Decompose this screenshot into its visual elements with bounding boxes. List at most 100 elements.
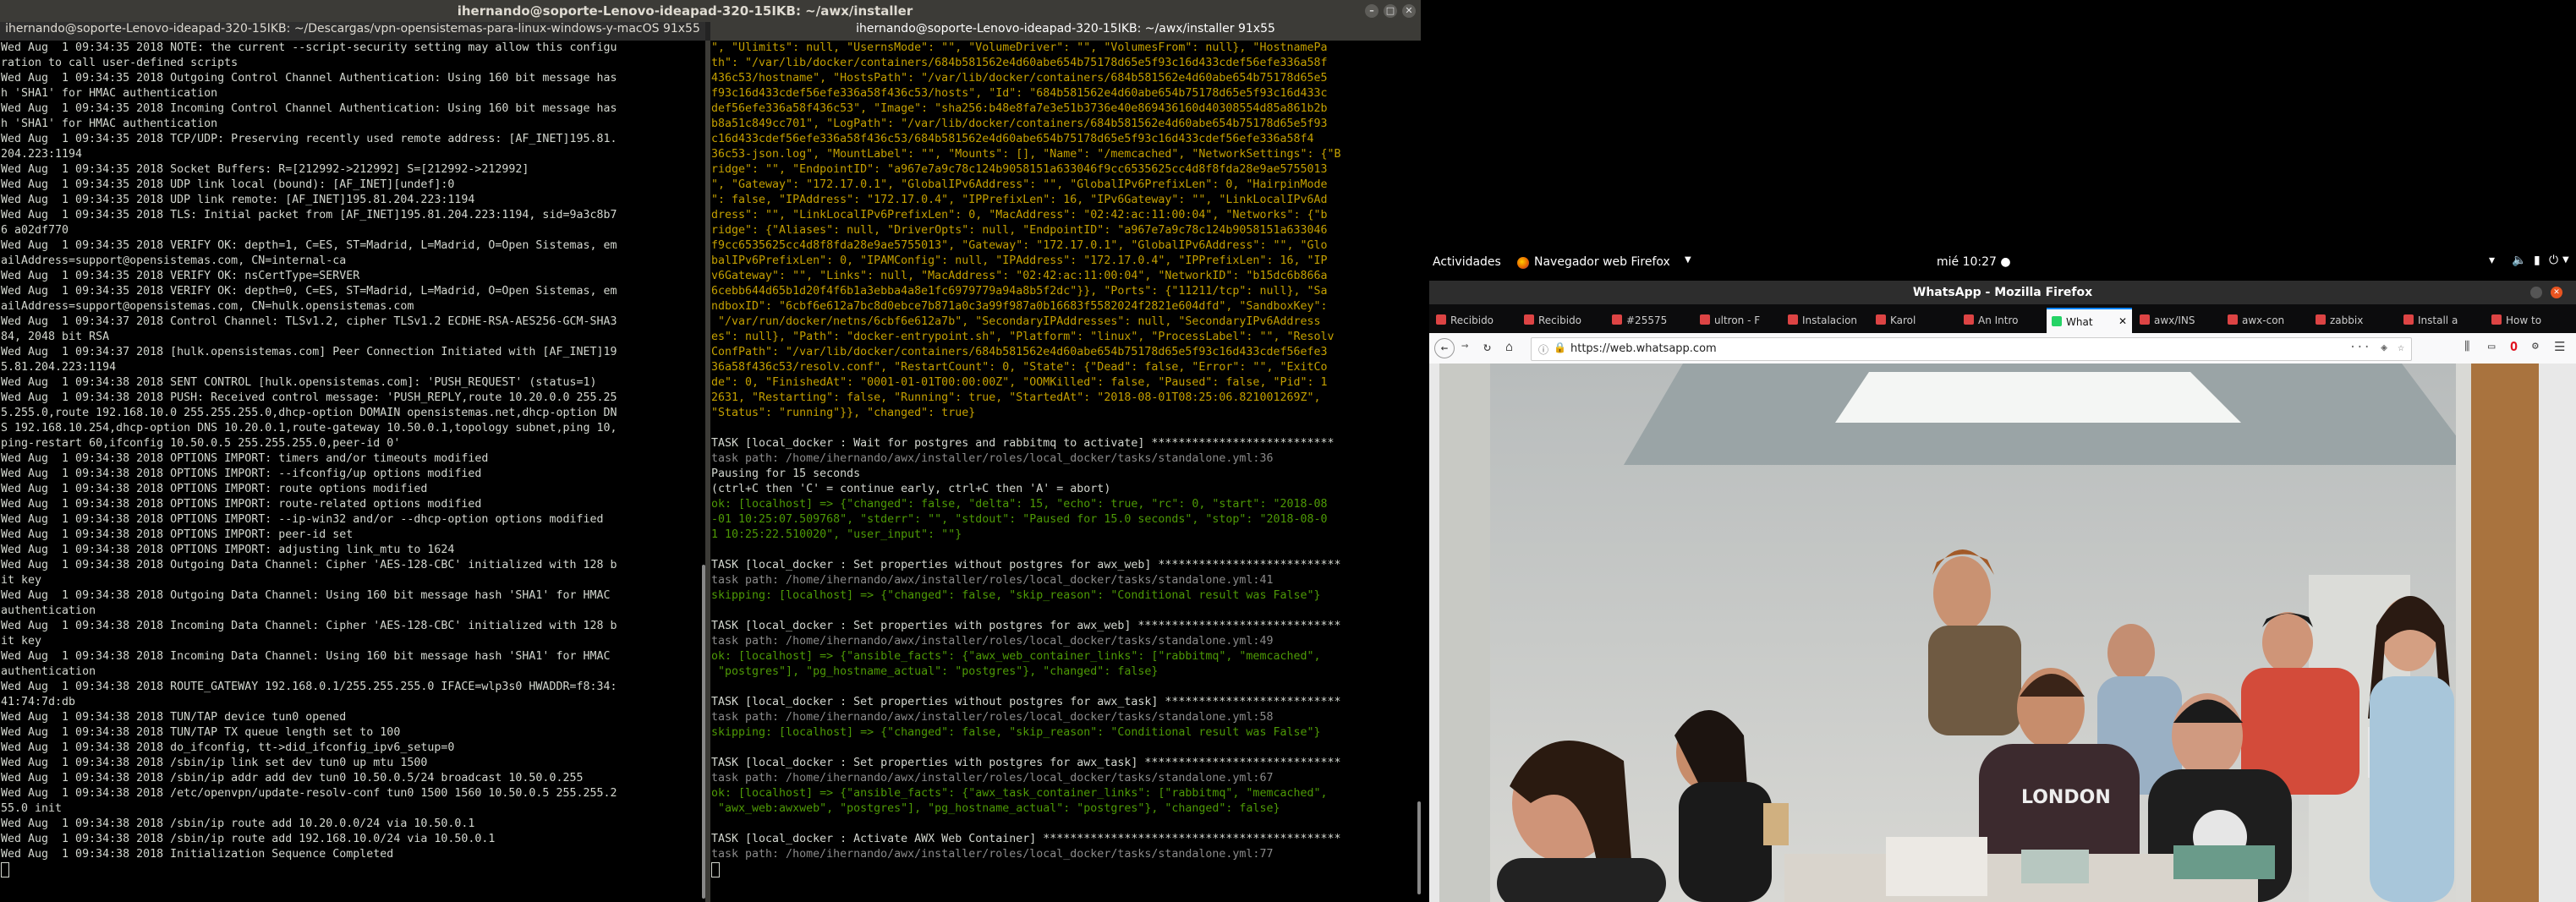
terminal-line: Wed Aug 1 09:34:38 2018 ROUTE_GATEWAY 19… bbox=[1, 681, 617, 693]
terminal-title: ihernando@soporte-Lenovo-ideapad-320-15I… bbox=[457, 3, 913, 19]
terminal-tab-installer[interactable]: ihernando@soporte-Lenovo-ideapad-320-15I… bbox=[710, 22, 1421, 41]
power-icon[interactable]: ⏻ bbox=[2549, 254, 2558, 267]
terminal-line: Wed Aug 1 09:34:35 2018 VERIFY OK: depth… bbox=[1, 239, 617, 252]
terminal-line: ok: [localhost] => {"ansible_facts": {"a… bbox=[711, 650, 1321, 663]
home-button[interactable]: ⌂ bbox=[1505, 339, 1513, 354]
clock[interactable]: mié 10:27 ● bbox=[1937, 255, 2011, 269]
browser-tab[interactable]: What ✕ bbox=[2047, 308, 2132, 335]
terminal-cursor bbox=[711, 862, 1421, 880]
chevron-down-icon[interactable]: ▼ bbox=[2562, 255, 2569, 265]
terminal-line: Wed Aug 1 09:34:38 2018 OPTIONS IMPORT: … bbox=[1, 498, 482, 511]
tab-favicon-icon bbox=[1612, 314, 1622, 325]
terminal-line: es": null}, "Path": "docker-entrypoint.s… bbox=[711, 331, 1335, 343]
menu-icon[interactable]: ☰ bbox=[2554, 339, 2565, 354]
terminal-line: dress": "", "LinkLocalIPv6PrefixLen": 0,… bbox=[711, 209, 1328, 221]
photo-group[interactable]: LONDON bbox=[1429, 364, 2576, 902]
browser-tab[interactable]: zabbix bbox=[2310, 308, 2396, 333]
lock-icon: 🔒 bbox=[1554, 342, 1566, 353]
sidebar-icon[interactable]: ▭ bbox=[2488, 340, 2495, 353]
browser-tab[interactable]: awx-con bbox=[2222, 308, 2308, 333]
terminal-line: it key bbox=[1, 574, 42, 587]
terminal-line: b8a51c849cc701", "LogPath": "/var/lib/do… bbox=[711, 118, 1328, 130]
terminal-line: Wed Aug 1 09:34:38 2018 OPTIONS IMPORT: … bbox=[1, 452, 489, 465]
volume-icon[interactable]: 🔈 bbox=[2512, 254, 2526, 267]
browser-tab[interactable]: Karol bbox=[1871, 308, 1956, 333]
forward-button[interactable]: → bbox=[1461, 339, 1468, 353]
terminal-pane-left[interactable]: Wed Aug 1 09:34:35 2018 NOTE: the curren… bbox=[0, 41, 705, 902]
terminal-line: skipping: [localhost] => {"changed": fal… bbox=[711, 589, 1321, 602]
minimize-button[interactable]: – bbox=[1365, 4, 1378, 18]
terminal-line: Wed Aug 1 09:34:35 2018 Socket Buffers: … bbox=[1, 163, 529, 176]
terminal-line: Pausing for 15 seconds bbox=[711, 467, 861, 480]
terminal-line: 84, 2048 bit RSA bbox=[1, 331, 110, 343]
opera-extension-icon[interactable]: O bbox=[2510, 339, 2518, 354]
activities-button[interactable]: Actividades bbox=[1433, 255, 1501, 269]
info-icon[interactable]: ⓘ bbox=[1538, 342, 1548, 357]
terminal-output: ", "Ulimits": null, "UsernsMode": "", "V… bbox=[710, 41, 1421, 880]
tab-favicon-icon bbox=[2316, 314, 2326, 325]
terminal-line: 36a58f436c53/resolv.conf", "RestartCount… bbox=[711, 361, 1328, 374]
reload-button[interactable]: ↻ bbox=[1483, 339, 1491, 354]
terminal-line: task path: /home/ihernando/awx/installer… bbox=[711, 772, 1274, 784]
terminal-line: ok: [localhost] => {"changed": false, "d… bbox=[711, 498, 1328, 511]
terminal-line: 41:74:7d:db bbox=[1, 696, 76, 708]
terminal-line: 6 a02df770 bbox=[1, 224, 69, 237]
whatsapp-content[interactable]: LONDON bbox=[1429, 364, 2576, 902]
extension-icon[interactable]: ⚙ bbox=[2532, 340, 2539, 353]
browser-tab[interactable]: Recibido bbox=[1519, 308, 1604, 333]
tab-favicon-icon bbox=[1788, 314, 1798, 325]
terminal-line: 5.81.204.223:1194 bbox=[1, 361, 117, 374]
close-tab-icon[interactable]: ✕ bbox=[2118, 315, 2127, 327]
url-text: https://web.whatsapp.com bbox=[1570, 342, 1717, 355]
terminal-line: Wed Aug 1 09:34:38 2018 OPTIONS IMPORT: … bbox=[1, 483, 428, 495]
terminal-line: Wed Aug 1 09:34:38 2018 Initialization S… bbox=[1, 848, 394, 861]
tab-favicon-icon bbox=[2228, 314, 2238, 325]
terminal-line: 6cebb644d65b1d20f4f6b1a3ebba4a8e1fc69797… bbox=[711, 285, 1328, 298]
terminal-line: "Status": "running"}}, "changed": true} bbox=[711, 407, 976, 419]
terminal-line: 2631, "Restarting": false, "Running": tr… bbox=[711, 391, 1321, 404]
browser-tab[interactable]: awx/INS bbox=[2135, 308, 2220, 333]
terminal-line: 1 10:25:22.510020", "user_input": ""} bbox=[711, 528, 962, 541]
minimize-button[interactable] bbox=[2530, 287, 2542, 298]
url-bar[interactable]: ⓘ 🔒 https://web.whatsapp.com ··· ◈ ☆ bbox=[1531, 337, 2412, 361]
terminal-line: Wed Aug 1 09:34:38 2018 Incoming Data Ch… bbox=[1, 620, 617, 632]
library-icon[interactable]: ⫼ bbox=[2464, 340, 2469, 353]
terminal-line: Wed Aug 1 09:34:38 2018 OPTIONS IMPORT: … bbox=[1, 467, 482, 480]
terminal-line: TASK [local_docker : Set properties with… bbox=[711, 620, 1341, 632]
bookmark-star-icon[interactable]: ☆ bbox=[2398, 342, 2404, 354]
terminal-line: Wed Aug 1 09:34:38 2018 /sbin/ip route a… bbox=[1, 817, 475, 830]
pocket-icon[interactable]: ◈ bbox=[2381, 342, 2387, 354]
terminal-line: Wed Aug 1 09:34:38 2018 OPTIONS IMPORT: … bbox=[1, 528, 354, 541]
close-button[interactable]: ✕ bbox=[1402, 4, 1416, 18]
terminal-titlebar[interactable]: ihernando@soporte-Lenovo-ideapad-320-15I… bbox=[0, 0, 1421, 22]
tab-favicon-icon bbox=[2140, 314, 2150, 325]
maximize-button[interactable]: □ bbox=[1384, 4, 1397, 18]
terminal-line: 204.223:1194 bbox=[1, 148, 83, 161]
network-icon[interactable]: ▾ bbox=[2489, 254, 2495, 267]
terminal-line: task path: /home/ihernando/awx/installer… bbox=[711, 635, 1274, 648]
close-button[interactable]: ✕ bbox=[2551, 287, 2562, 298]
terminal-line: skipping: [localhost] => {"changed": fal… bbox=[711, 726, 1321, 739]
browser-tab[interactable]: #25575 bbox=[1607, 308, 1692, 333]
terminal-pane-right[interactable]: ", "Ulimits": null, "UsernsMode": "", "V… bbox=[710, 41, 1421, 902]
app-menu[interactable]: Navegador web Firefox bbox=[1534, 255, 1670, 269]
terminal-line: Wed Aug 1 09:34:35 2018 Outgoing Control… bbox=[1, 72, 617, 85]
browser-tab[interactable]: Install a bbox=[2398, 308, 2484, 333]
terminal-line: h 'SHA1' for HMAC authentication bbox=[1, 118, 218, 130]
browser-tab[interactable]: An Intro bbox=[1959, 308, 2044, 333]
terminal-tab-vpn[interactable]: ihernando@soporte-Lenovo-ideapad-320-15I… bbox=[0, 22, 705, 41]
terminal-line: authentication bbox=[1, 665, 96, 678]
browser-tab[interactable]: How to bbox=[2486, 308, 2572, 333]
tab-label: Karol bbox=[1890, 314, 1916, 326]
browser-tab[interactable]: ultron - F bbox=[1695, 308, 1780, 333]
firefox-titlebar[interactable]: WhatsApp - Mozilla Firefox ✕ bbox=[1429, 281, 2576, 304]
terminal-line: Wed Aug 1 09:34:38 2018 /sbin/ip addr ad… bbox=[1, 772, 584, 784]
browser-tab[interactable]: Instalacion bbox=[1783, 308, 1868, 333]
page-actions-icon[interactable]: ··· bbox=[2349, 341, 2370, 354]
battery-icon[interactable]: ▮ bbox=[2534, 254, 2540, 267]
screen-gap bbox=[1421, 0, 1429, 902]
browser-tab[interactable]: Recibido bbox=[1431, 308, 1516, 333]
terminal-line: Wed Aug 1 09:34:35 2018 VERIFY OK: nsCer… bbox=[1, 270, 360, 282]
back-button[interactable]: ← bbox=[1434, 338, 1455, 358]
terminal-line: h 'SHA1' for HMAC authentication bbox=[1, 87, 218, 100]
